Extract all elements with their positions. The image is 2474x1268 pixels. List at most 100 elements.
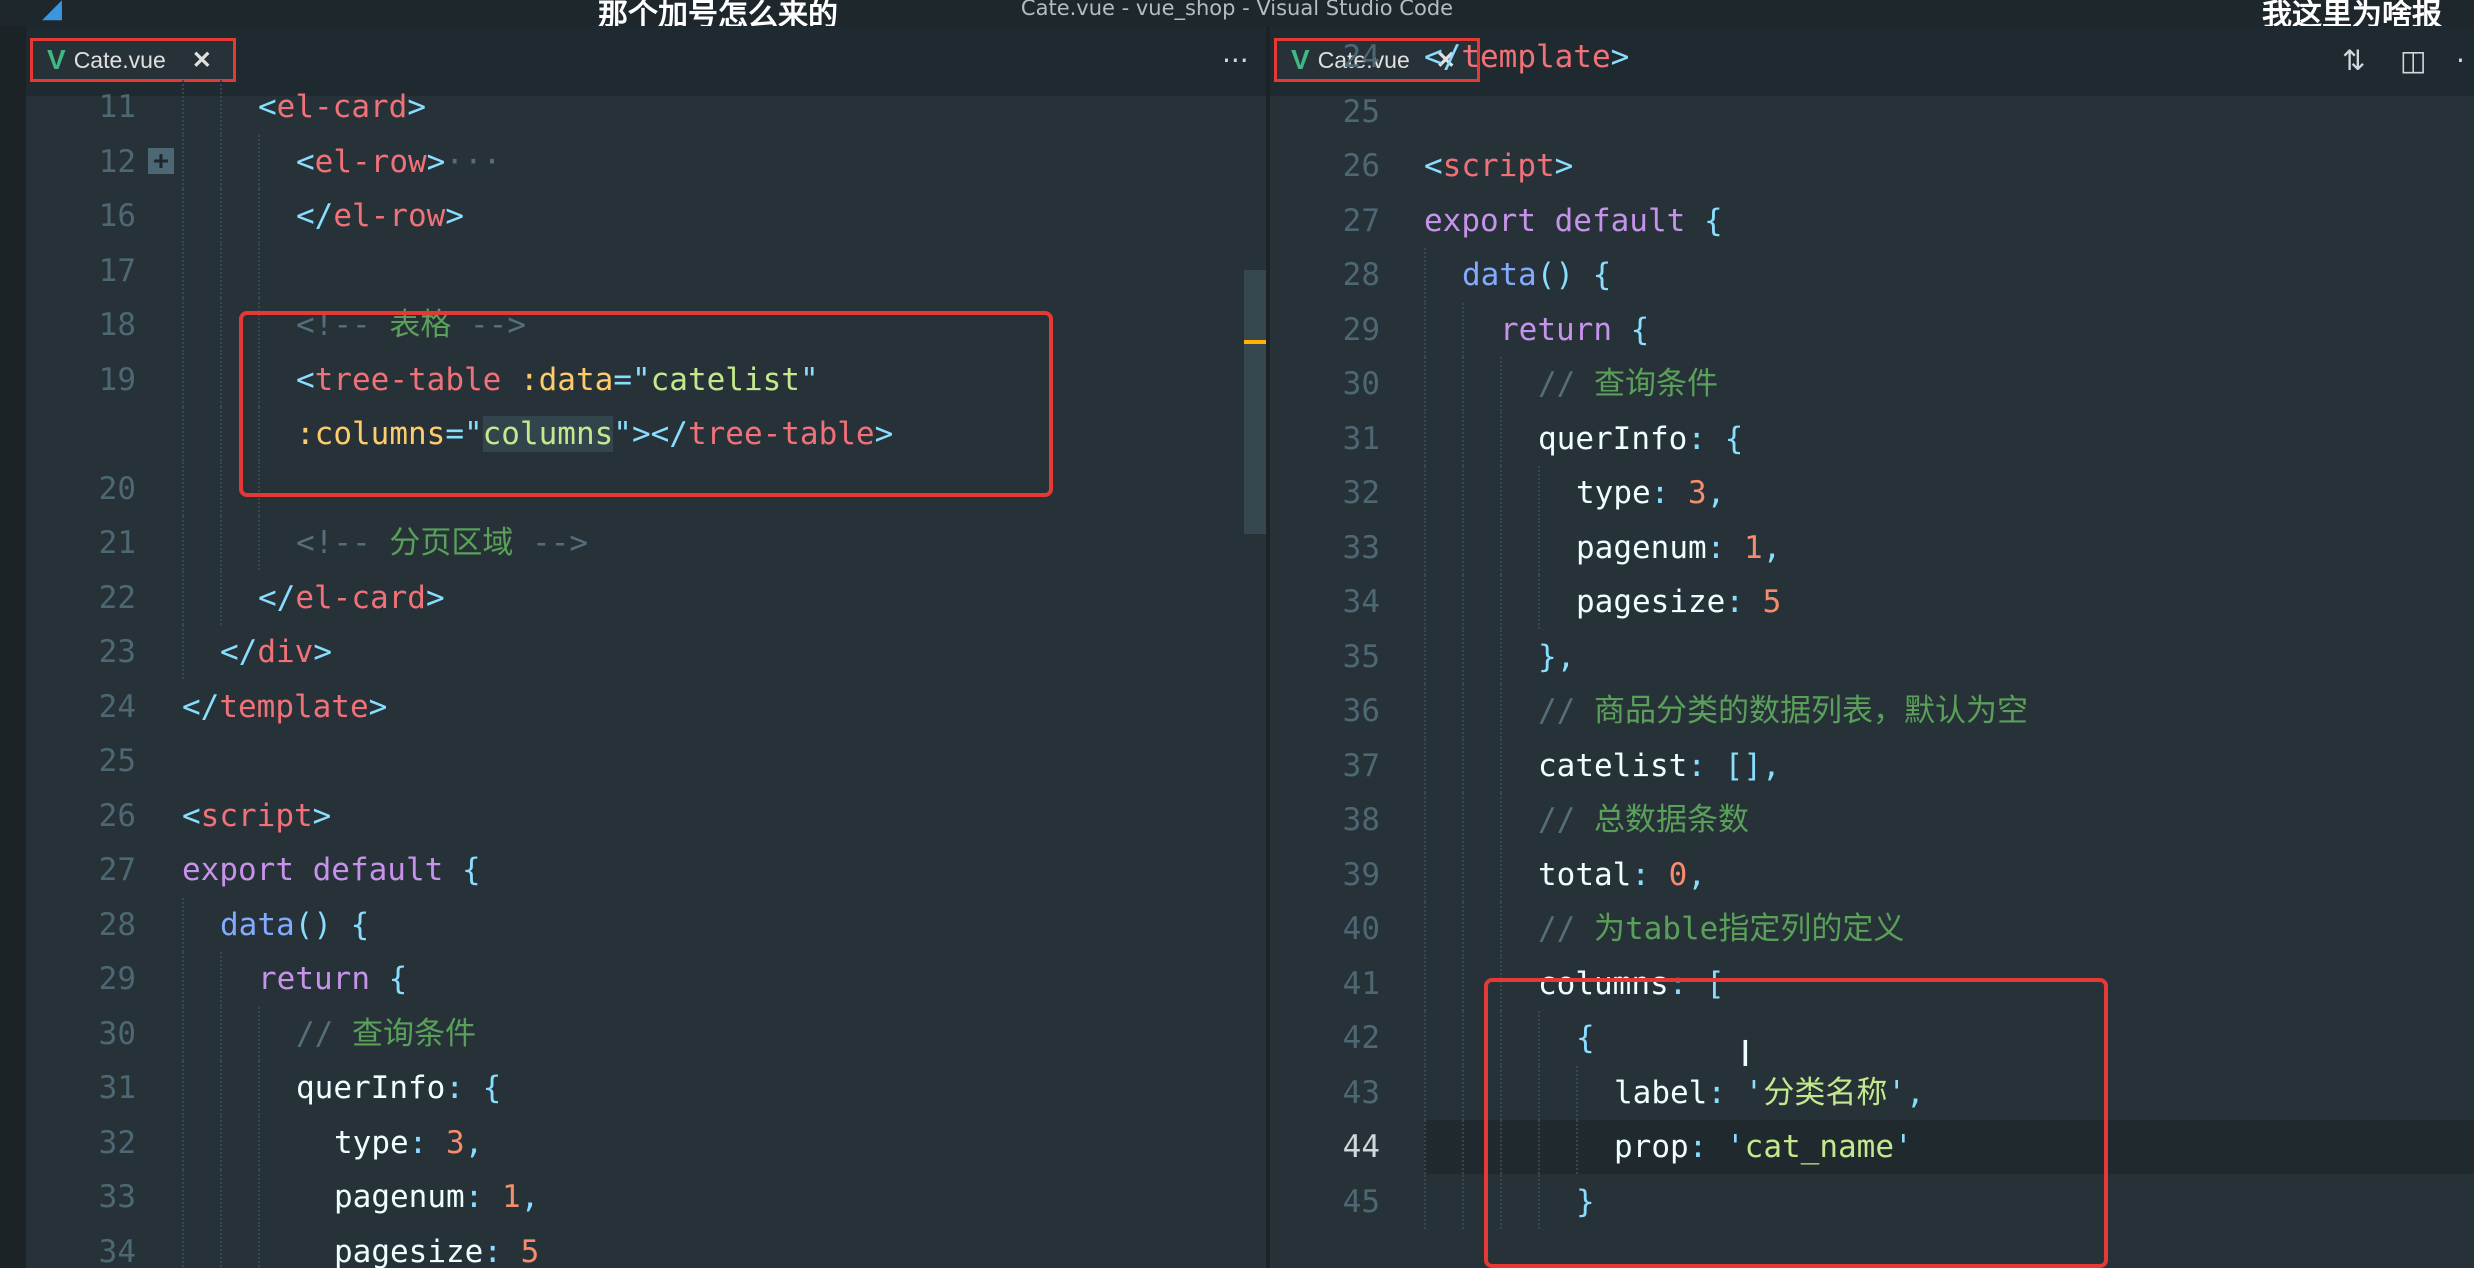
indent-guide bbox=[220, 1061, 224, 1115]
indent-guide bbox=[1462, 902, 1466, 956]
title-bar: ◢ Cate.vue - vue_shop - Visual Studio Co… bbox=[0, 0, 2474, 26]
line-number: 42 bbox=[1342, 1020, 1380, 1056]
indent-guide bbox=[182, 80, 186, 134]
code-line[interactable]: 21 <!-- 分页区域 --> bbox=[26, 516, 1268, 570]
code-line[interactable]: 24 </template> bbox=[1270, 30, 2474, 84]
line-number: 32 bbox=[1342, 475, 1380, 511]
code-editor-left[interactable]: 11 <el-card> 12 + <el-row>··· 16 </el-row> 17 18… bbox=[26, 80, 1268, 1268]
code-line[interactable]: 26 <script> bbox=[26, 789, 1268, 843]
code-line[interactable]: 11 <el-card> bbox=[26, 80, 1268, 134]
indent-guide bbox=[1424, 466, 1428, 520]
indent-guide bbox=[1500, 357, 1504, 411]
indent-guide bbox=[1500, 1120, 1504, 1174]
code-line[interactable]: 24 </template> bbox=[26, 680, 1268, 734]
indent-guide bbox=[182, 407, 186, 461]
code-line[interactable]: 28 data() { bbox=[26, 897, 1268, 952]
indent-guide bbox=[1424, 302, 1428, 357]
line-number: 16 bbox=[98, 198, 136, 234]
code-line[interactable]: 38 // 总数据条数 bbox=[1270, 793, 2474, 847]
code-line[interactable]: 36 // 商品分类的数据列表，默认为空 bbox=[1270, 684, 2474, 738]
line-number: 27 bbox=[1342, 202, 1380, 239]
indent-guide bbox=[1500, 793, 1504, 847]
code-line[interactable]: 12 + <el-row>··· bbox=[26, 134, 1268, 189]
code-line[interactable]: 29 return { bbox=[1270, 302, 2474, 357]
indent-guide bbox=[220, 352, 224, 407]
code-line[interactable]: 42 { bbox=[1270, 1011, 2474, 1065]
code-line[interactable]: 20 bbox=[26, 461, 1268, 516]
line-number: 39 bbox=[1342, 856, 1380, 893]
code-line[interactable]: 29 return { bbox=[26, 952, 1268, 1006]
indent-guide bbox=[1500, 684, 1504, 738]
indent-guide bbox=[258, 298, 262, 352]
code-line[interactable]: 31 querInfo: { bbox=[26, 1061, 1268, 1115]
line-number: 27 bbox=[98, 852, 136, 888]
code-line[interactable]: 44 prop: 'cat_name' bbox=[1343, 1120, 2474, 1174]
code-line[interactable]: :columns="columns"></tree-table> bbox=[26, 407, 1268, 461]
code-text: type: 3, bbox=[1576, 475, 1726, 511]
code-line[interactable]: 25 bbox=[26, 734, 1268, 788]
code-line[interactable]: 18 <!-- 表格 --> bbox=[26, 298, 1268, 352]
tab-cate-vue-left[interactable]: V Cate.vue ✕ bbox=[30, 38, 236, 82]
line-number: 26 bbox=[1342, 148, 1380, 184]
line-number: 25 bbox=[1342, 93, 1380, 130]
code-editor-right[interactable]: I 24 </template> 25 26 <script> 27 export defa… bbox=[1270, 39, 2474, 1268]
line-number: 30 bbox=[1342, 366, 1380, 402]
code-line[interactable]: 45} bbox=[1270, 1174, 2474, 1229]
code-line[interactable]: 30 // 查询条件 bbox=[1270, 357, 2474, 411]
code-line[interactable]: 16 </el-row> bbox=[26, 189, 1268, 243]
indent-guide bbox=[220, 516, 224, 570]
code-line[interactable]: 33 pagenum: 1, bbox=[26, 1170, 1268, 1224]
indent-guide bbox=[258, 1115, 262, 1170]
fold-expand-icon[interactable]: + bbox=[148, 147, 174, 174]
code-line[interactable]: 28 data() { bbox=[1270, 248, 2474, 302]
indent-guide bbox=[220, 80, 224, 134]
code-text: return { bbox=[258, 961, 408, 997]
code-line[interactable]: 23 </div> bbox=[26, 625, 1268, 679]
code-line[interactable]: 27 export default { bbox=[1270, 194, 2474, 248]
code-line[interactable]: 17 bbox=[26, 243, 1268, 298]
code-line[interactable]: 37 catelist: [], bbox=[1270, 738, 2474, 793]
line-number: 28 bbox=[98, 906, 136, 943]
code-line[interactable]: 27 export default { bbox=[26, 843, 1268, 897]
indent-guide bbox=[182, 189, 186, 243]
code-line[interactable]: 43 label: '分类名称', bbox=[1270, 1065, 2474, 1120]
code-text: <!-- 表格 --> bbox=[296, 307, 526, 343]
indent-guide bbox=[1424, 1011, 1428, 1065]
code-line[interactable]: 19 <tree-table :data="catelist" bbox=[26, 352, 1268, 407]
code-line[interactable]: 34 pagesize: 5 bbox=[1270, 575, 2474, 629]
indent-guide bbox=[1500, 575, 1504, 629]
code-line[interactable]: 32 type: 3, bbox=[1270, 466, 2474, 520]
indent-guide bbox=[1462, 1120, 1466, 1174]
code-line[interactable]: 39 total: 0, bbox=[1270, 847, 2474, 902]
line-number: 40 bbox=[1342, 911, 1380, 947]
code-line[interactable]: 26 <script> bbox=[1270, 139, 2474, 193]
line-number: 32 bbox=[98, 1124, 136, 1161]
code-line[interactable]: 22 </el-card> bbox=[26, 570, 1268, 625]
code-line[interactable]: 30 // 查询条件 bbox=[26, 1006, 1268, 1061]
indent-guide bbox=[1500, 738, 1504, 793]
code-line[interactable]: 41 columns: [ bbox=[1270, 956, 2474, 1011]
code-line[interactable]: 31 querInfo: { bbox=[1270, 411, 2474, 466]
indent-guide bbox=[1462, 411, 1466, 466]
code-text: label: '分类名称', bbox=[1614, 1074, 1925, 1111]
code-line[interactable]: 25 bbox=[1270, 85, 2474, 139]
code-text: <!-- 分页区域 --> bbox=[296, 525, 588, 561]
code-line[interactable]: 40 // 为table指定列的定义 bbox=[1270, 902, 2474, 956]
close-icon[interactable]: ✕ bbox=[192, 46, 212, 75]
line-number: 28 bbox=[1342, 257, 1380, 293]
code-line[interactable]: 32 type: 3, bbox=[26, 1115, 1268, 1170]
code-line[interactable]: 33 pagenum: 1, bbox=[1270, 520, 2474, 575]
line-number: 20 bbox=[98, 470, 136, 507]
indent-guide bbox=[220, 243, 224, 298]
code-line[interactable]: 35}, bbox=[1270, 629, 2474, 684]
line-number: 34 bbox=[1342, 584, 1380, 620]
line-number: 19 bbox=[98, 361, 136, 398]
code-text: </template> bbox=[1424, 39, 1630, 75]
more-actions-icon[interactable]: ··· bbox=[1222, 44, 1249, 77]
indent-guide bbox=[1424, 738, 1428, 793]
code-text: pagesize: 5 bbox=[1576, 584, 1782, 620]
indent-guide bbox=[220, 461, 224, 516]
indent-guide bbox=[1538, 1011, 1542, 1065]
code-line[interactable]: 34 pagesize: 5 bbox=[26, 1224, 1268, 1268]
activity-strip bbox=[0, 26, 26, 1268]
